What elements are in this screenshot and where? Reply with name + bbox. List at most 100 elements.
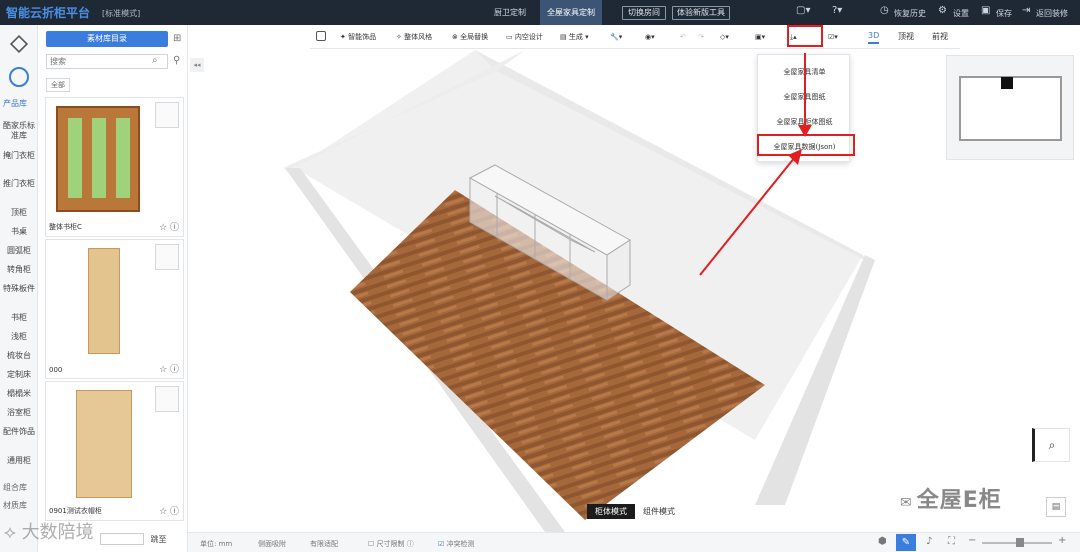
settings-link[interactable]: 设置 [953, 8, 969, 19]
collision-label: 冲突检测 [446, 540, 475, 548]
switch-room-button[interactable]: 切换房间 [622, 6, 666, 20]
clipboard-icon[interactable]: ▤ [1046, 497, 1066, 517]
library-directory-button[interactable]: 素材库目录 [46, 31, 168, 47]
zoom-slider-handle[interactable] [1016, 538, 1024, 547]
gear-icon[interactable]: ⚙ [938, 5, 947, 16]
card-name: 0901测试衣帽柜 [49, 507, 102, 515]
new-tool-button[interactable]: 体验新版工具 [672, 6, 730, 20]
generate-button[interactable]: ▤ 生成 ▾ [560, 31, 589, 44]
camera-marker[interactable] [1001, 77, 1013, 89]
rail-category[interactable]: 推门衣柜 [0, 179, 38, 189]
annotation-arrows [699, 53, 812, 276]
filter-all-chip[interactable]: 全部 [46, 78, 70, 92]
inner-design-button[interactable]: ▭ 内空设计 [506, 31, 543, 44]
minimap[interactable] [946, 55, 1074, 160]
restore-history-link[interactable]: 恢复历史 [894, 8, 926, 19]
eraser-icon[interactable]: ◇▾ [720, 31, 729, 44]
size-limit-label: 尺寸限制 [376, 540, 405, 548]
redo-icon[interactable]: ↷ [698, 31, 704, 44]
left-rail: 产品库 酷家乐标准库 掩门衣柜 推门衣柜 顶柜 书桌 圆弧柜 转角柜 特殊板件 … [0, 25, 38, 552]
rail-category[interactable]: 梳妆台 [0, 351, 38, 361]
file-icon[interactable]: ▢▾ [796, 5, 810, 16]
rail-category[interactable]: 圆弧柜 [0, 246, 38, 256]
layout-icon[interactable]: ⊞ [173, 33, 181, 44]
zoom-out-icon[interactable]: − [968, 535, 976, 546]
fullscreen-icon[interactable]: ⛶ [948, 536, 955, 547]
mode-cabinet-button[interactable]: 柜体模式 [587, 504, 635, 519]
rail-category[interactable]: 酷家乐标准库 [0, 121, 38, 141]
zoom-search-icon[interactable]: ⌕ [1032, 428, 1070, 462]
tab-front-view[interactable]: 前视 [932, 31, 948, 42]
mode-component-button[interactable]: 组件模式 [635, 504, 683, 519]
app-title: 智能云折柜平台 [6, 6, 91, 20]
rail-category[interactable]: 转角柜 [0, 265, 38, 275]
tab-kitchen[interactable]: 厨卫定制 [486, 0, 534, 25]
save-icon[interactable]: ▣ [981, 5, 990, 16]
thumbnail[interactable] [155, 386, 179, 412]
generate-label: 生成 [568, 33, 583, 41]
tab-3d[interactable]: 3D [868, 31, 880, 44]
draw-mode-icon[interactable]: ✎ [896, 534, 916, 551]
card-actions[interactable]: ☆ ⓘ [159, 504, 179, 517]
panel-icon[interactable]: ▣▾ [755, 31, 765, 44]
rail-category[interactable]: 配件饰品 [0, 427, 38, 437]
history-icon[interactable]: ◷ [880, 5, 889, 16]
exit-icon[interactable]: ⇥ [1022, 5, 1030, 16]
top-bar: 智能云折柜平台 [标准模式] 厨卫定制 全屋家具定制 切换房间 体验新版工具 ▢… [0, 0, 1080, 25]
style-label: 整体风格 [404, 33, 433, 41]
layout-toggle-icon[interactable] [316, 31, 328, 44]
card-actions[interactable]: ☆ ⓘ [159, 220, 179, 233]
rail-category[interactable]: 浅柜 [0, 332, 38, 342]
pager-goto[interactable]: 跳至 [100, 533, 167, 545]
help-icon[interactable]: ?▾ [832, 5, 842, 16]
material-lib-label[interactable]: 材质库 [3, 500, 27, 511]
rail-category[interactable]: 定制床 [0, 370, 38, 380]
rail-category[interactable]: 浴室柜 [0, 408, 38, 418]
thumbnail[interactable] [155, 244, 179, 270]
rail-category[interactable]: 掩门衣柜 [0, 151, 38, 161]
search-icon[interactable]: ⌕ [152, 55, 158, 66]
thumbnail[interactable] [155, 102, 179, 128]
collapse-panel-button[interactable]: ◂◂ [190, 58, 204, 72]
page-input[interactable] [100, 533, 144, 545]
collision-checkbox[interactable]: ☑ 冲突检测 [438, 539, 475, 549]
tab-cabinet[interactable]: 全屋家具定制 [540, 0, 602, 25]
size-limit-checkbox[interactable]: ☐ 尺寸限制 ⓘ [368, 539, 414, 549]
combo-lib-label[interactable]: 组合库 [3, 482, 27, 493]
library-panel: 素材库目录 ⊞ ⌕ ⚲ 全部 整体书柜C ☆ ⓘ 000 ☆ ⓘ 0901测试衣… [38, 25, 188, 552]
rail-category[interactable]: 特殊板件 [0, 284, 38, 294]
wrench-icon[interactable]: 🔧▾ [610, 31, 622, 44]
library-card[interactable]: 000 ☆ ⓘ [45, 239, 184, 379]
product-lib-icon[interactable] [9, 67, 29, 87]
adapt-dropdown[interactable]: 有限适配 [310, 539, 338, 549]
eye-icon[interactable]: ◉▾ [645, 31, 655, 44]
side-snap-dropdown[interactable]: 侧面吸附 [258, 539, 286, 549]
wechat-icon: ✉ [900, 495, 913, 511]
cube-icon[interactable] [9, 34, 29, 54]
rail-category[interactable]: 书桌 [0, 227, 38, 237]
save-link[interactable]: 保存 [996, 8, 1012, 19]
rail-category[interactable]: 榻榻米 [0, 389, 38, 399]
search-input[interactable] [46, 54, 168, 69]
status-bar: 单位: mm 侧面吸附 有限适配 ☐ 尺寸限制 ⓘ ☑ 冲突检测 ⬢ ✎ ♪ ⛶… [188, 532, 1080, 552]
smart-decor-button[interactable]: ✦ 智能饰品 [340, 31, 376, 44]
whole-replace-button[interactable]: ⊗ 全局替换 [452, 31, 488, 44]
zoom-in-icon[interactable]: + [1058, 535, 1066, 546]
product-lib-label[interactable]: 产品库 [3, 98, 27, 109]
filter-icon[interactable]: ⚲ [173, 55, 180, 66]
rail-category[interactable]: 顶柜 [0, 208, 38, 218]
smart-decor-label: 智能饰品 [348, 33, 377, 41]
library-card[interactable]: 整体书柜C ☆ ⓘ [45, 97, 184, 237]
camera-icon[interactable]: ⬢ [878, 536, 887, 547]
rail-category[interactable]: 通用柜 [0, 456, 38, 466]
check-icon[interactable]: ☑▾ [828, 31, 838, 44]
undo-icon[interactable]: ↶ [680, 31, 686, 44]
tab-top-view[interactable]: 顶视 [898, 31, 914, 42]
rail-category[interactable]: 书柜 [0, 313, 38, 323]
mic-icon[interactable]: ♪ [926, 536, 932, 547]
style-button[interactable]: ✧ 整体风格 [396, 31, 432, 44]
library-card[interactable]: 0901测试衣帽柜 ☆ ⓘ [45, 381, 184, 521]
pager-goto-label: 跳至 [150, 534, 167, 544]
back-decor-link[interactable]: 返回装修 [1036, 8, 1068, 19]
card-actions[interactable]: ☆ ⓘ [159, 362, 179, 375]
